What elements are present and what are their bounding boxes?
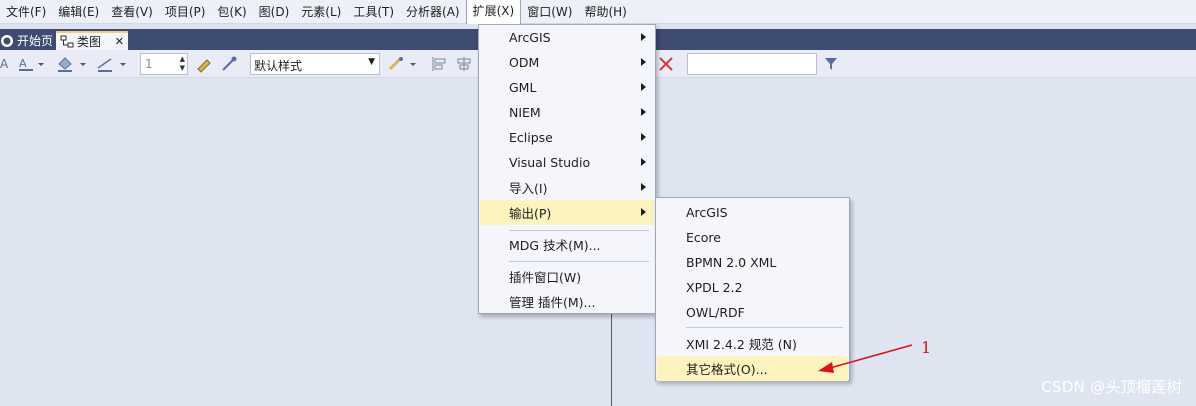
tab-start-page[interactable]: 开始页: [0, 31, 57, 50]
submenu-item-xpdl[interactable]: XPDL 2.2: [657, 275, 848, 300]
submenu-item-arcgis[interactable]: ArcGIS: [657, 200, 848, 225]
menu-item-label: OWL/RDF: [686, 305, 745, 320]
menu-item-label: Eclipse: [509, 130, 553, 145]
start-page-icon: [1, 34, 13, 47]
menu-bar: 文件(F) 编辑(E) 查看(V) 项目(P) 包(K) 图(D) 元素(L) …: [0, 0, 1196, 24]
format-painter-icon[interactable]: [195, 55, 213, 73]
fill-color-icon[interactable]: [56, 55, 88, 73]
line-width-stepper[interactable]: 1 ▲ ▼: [140, 53, 188, 75]
menu-help[interactable]: 帮助(H): [578, 0, 632, 24]
submenu-item-ecore[interactable]: Ecore: [657, 225, 848, 250]
line-width-value: 1: [145, 57, 153, 71]
menu-item-label: 输出(P): [509, 206, 552, 221]
font-icon[interactable]: A: [0, 55, 10, 73]
submenu-item-xmi[interactable]: XMI 2.4.2 规范 (N): [657, 331, 848, 356]
svg-text:A: A: [0, 57, 9, 71]
tab-start-page-label: 开始页: [17, 34, 54, 48]
menu-item-label: GML: [509, 80, 537, 95]
menu-item-label: XPDL 2.2: [686, 280, 743, 295]
menu-item-eclipse[interactable]: Eclipse: [480, 125, 654, 150]
submenu-arrow-icon: [641, 108, 646, 116]
class-diagram-icon: [60, 35, 74, 47]
watermark: CSDN @头顶榴莲树: [1041, 378, 1182, 396]
submenu-arrow-icon: [641, 208, 646, 216]
submenu-arrow-icon: [641, 83, 646, 91]
close-icon[interactable]: ✕: [115, 35, 124, 48]
submenu-item-owl-rdf[interactable]: OWL/RDF: [657, 300, 848, 325]
menu-item-mdg-technologies[interactable]: MDG 技术(M)...: [480, 232, 654, 257]
svg-text:A: A: [19, 57, 27, 70]
chevron-down-icon: ▼: [368, 57, 375, 67]
menu-item-label: ArcGIS: [686, 205, 728, 220]
menu-edit[interactable]: 编辑(E): [52, 0, 105, 24]
menu-diagram[interactable]: 图(D): [253, 0, 296, 24]
menu-element[interactable]: 元素(L): [295, 0, 347, 24]
menu-separator: [509, 261, 649, 262]
menu-window[interactable]: 窗口(W): [521, 0, 578, 24]
style-select[interactable]: 默认样式 ▼: [250, 53, 380, 75]
apply-style-icon[interactable]: [388, 55, 420, 73]
export-submenu: ArcGIS Ecore BPMN 2.0 XML XPDL 2.2 OWL/R…: [655, 197, 850, 381]
menu-item-niem[interactable]: NIEM: [480, 100, 654, 125]
align-center-icon[interactable]: [454, 55, 474, 73]
menu-item-import[interactable]: 导入(I): [480, 175, 654, 200]
menu-item-label: NIEM: [509, 105, 541, 120]
menu-tools[interactable]: 工具(T): [347, 0, 400, 24]
submenu-arrow-icon: [641, 58, 646, 66]
menu-file[interactable]: 文件(F): [0, 0, 52, 24]
menu-view[interactable]: 查看(V): [105, 0, 159, 24]
pick-style-icon[interactable]: [220, 55, 238, 73]
menu-item-label: 其它格式(O)...: [686, 362, 768, 377]
menu-item-gml[interactable]: GML: [480, 75, 654, 100]
menu-item-label: ODM: [509, 55, 540, 70]
font-color-icon[interactable]: A: [18, 55, 46, 73]
menu-package[interactable]: 包(K): [211, 0, 252, 24]
menu-item-export[interactable]: 输出(P): [480, 200, 654, 225]
submenu-arrow-icon: [641, 133, 646, 141]
tab-class-diagram-label: 类图: [77, 35, 102, 49]
menu-separator: [509, 230, 649, 231]
menu-item-label: ArcGIS: [509, 30, 551, 45]
menu-item-arcgis[interactable]: ArcGIS: [480, 25, 654, 50]
submenu-item-bpmn[interactable]: BPMN 2.0 XML: [657, 250, 848, 275]
submenu-arrow-icon: [641, 33, 646, 41]
menu-item-manage-addins[interactable]: 管理 插件(M)...: [480, 289, 654, 314]
align-left-icon[interactable]: [430, 55, 450, 73]
menu-item-addin-window[interactable]: 插件窗口(W): [480, 264, 654, 289]
menu-item-label: BPMN 2.0 XML: [686, 255, 777, 270]
submenu-arrow-icon: [641, 158, 646, 166]
extensions-menu: ArcGIS ODM GML NIEM Eclipse Visual Studi…: [478, 24, 656, 314]
menu-item-label: Visual Studio: [509, 155, 591, 170]
menu-item-label: MDG 技术(M)...: [509, 238, 601, 253]
menu-project[interactable]: 项目(P): [159, 0, 212, 24]
search-input[interactable]: [687, 53, 817, 75]
stepper-arrows-icon[interactable]: ▲ ▼: [180, 55, 185, 73]
submenu-arrow-icon: [641, 183, 646, 191]
submenu-item-other-formats[interactable]: 其它格式(O)...: [657, 356, 848, 381]
menu-item-label: Ecore: [686, 230, 721, 245]
menu-item-label: XMI 2.4.2 规范 (N): [686, 337, 797, 352]
clear-search-icon[interactable]: [658, 55, 674, 73]
tab-class-diagram[interactable]: 类图 ✕: [56, 31, 128, 50]
menu-item-odm[interactable]: ODM: [480, 50, 654, 75]
menu-item-label: 导入(I): [509, 181, 548, 196]
line-color-icon[interactable]: [96, 55, 128, 73]
menu-analyzer[interactable]: 分析器(A): [400, 0, 466, 24]
style-select-value: 默认样式: [254, 59, 303, 73]
menu-item-label: 管理 插件(M)...: [509, 295, 596, 310]
menu-item-visual-studio[interactable]: Visual Studio: [480, 150, 654, 175]
annotation-label: 1: [921, 338, 932, 357]
diagram-connector-line: [611, 310, 612, 406]
filter-icon[interactable]: [823, 55, 839, 73]
menu-item-label: 插件窗口(W): [509, 270, 582, 285]
menu-separator: [686, 327, 843, 328]
menu-extensions[interactable]: 扩展(X): [465, 0, 522, 24]
